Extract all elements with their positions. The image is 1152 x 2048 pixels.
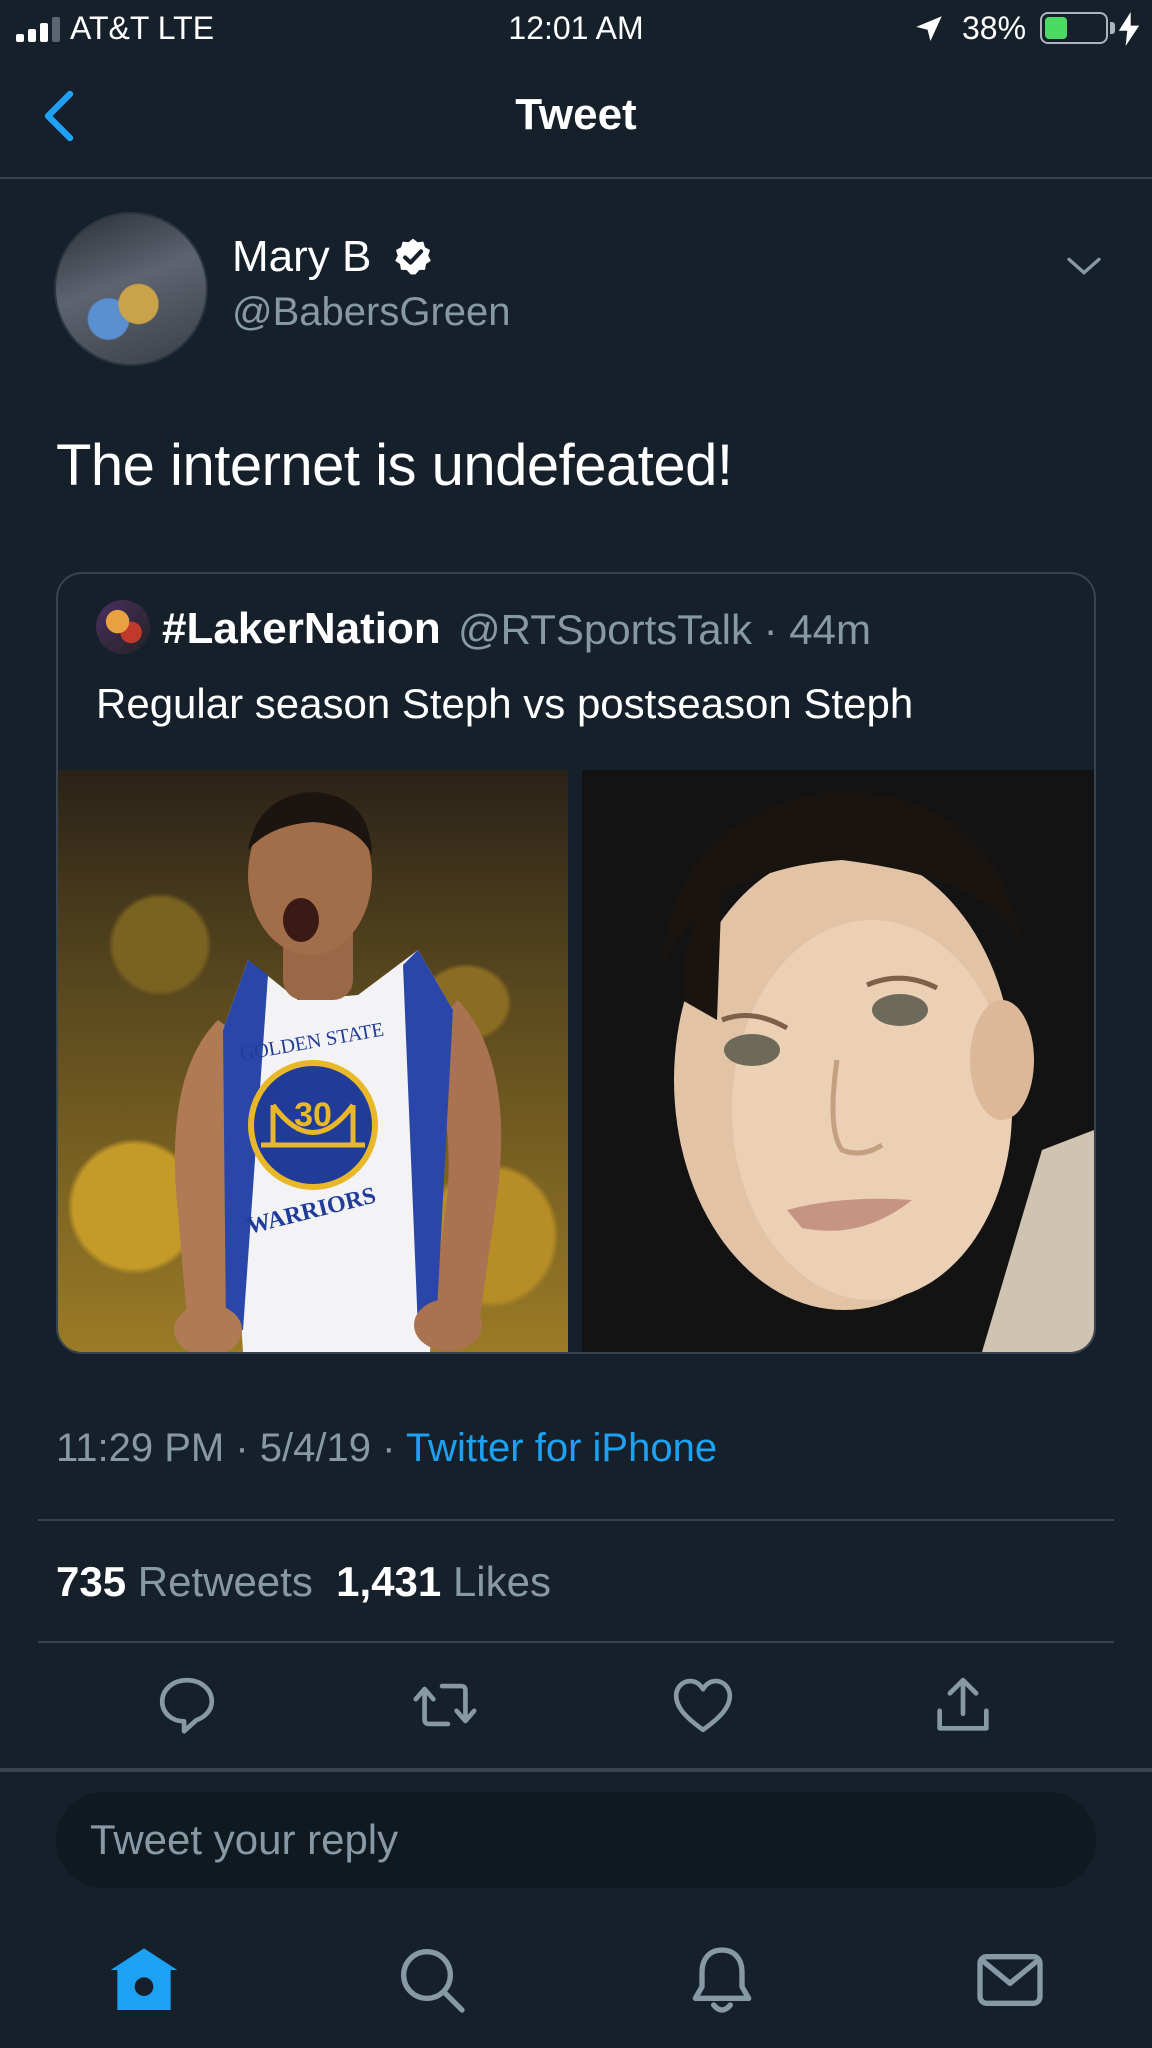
like-count[interactable]: 1,431 (336, 1558, 441, 1605)
tweet-timestamp: 11:29 PM · 5/4/19 · Twitter for iPhone (56, 1426, 717, 1471)
quoted-author-handle: @RTSportsTalk · 44m (458, 606, 871, 653)
tweet-stats: 735 Retweets 1,431 Likes (56, 1558, 551, 1606)
divider (38, 1641, 1114, 1643)
chevron-down-icon[interactable] (1064, 246, 1104, 286)
like-label[interactable]: Likes (453, 1558, 551, 1605)
retweet-label[interactable]: Retweets (138, 1558, 313, 1605)
avatar[interactable] (54, 212, 208, 366)
quoted-avatar (96, 600, 150, 654)
author-handle[interactable]: @BabersGreen (232, 290, 511, 335)
quoted-photo-postseason[interactable] (582, 770, 1094, 1352)
reply-placeholder[interactable]: Tweet your reply (90, 1816, 398, 1864)
verified-icon (395, 238, 431, 275)
quoted-tweet-text: Regular season Steph vs postseason Steph (96, 680, 914, 727)
source-link[interactable]: Twitter for iPhone (406, 1426, 717, 1470)
tab-search[interactable] (392, 1940, 472, 2020)
quoted-photo-steph-curry[interactable]: 30 GOLDEN STATE WARRIORS (58, 770, 568, 1352)
quoted-author-name: #LakerNation (162, 604, 441, 653)
location-arrow-icon (916, 16, 942, 42)
home-icon (110, 1948, 178, 2010)
search-icon (401, 1949, 465, 2013)
reply-icon (159, 1677, 215, 1734)
battery-fill (1045, 17, 1067, 39)
retweet-count[interactable]: 735 (56, 1558, 126, 1605)
tab-notifications[interactable] (682, 1940, 762, 2020)
battery-icon (1040, 12, 1108, 44)
retweet-icon (413, 1683, 477, 1727)
page-title: Tweet (515, 90, 637, 139)
tab-messages[interactable] (970, 1940, 1050, 2020)
share-icon (937, 1677, 989, 1731)
reply-button[interactable] (152, 1670, 222, 1740)
author-name[interactable]: Mary B (232, 232, 371, 282)
timestamp-text: 11:29 PM · 5/4/19 · (56, 1426, 406, 1470)
divider (38, 1519, 1114, 1521)
photo-right-illustration (582, 770, 1094, 1352)
jersey-number: 30 (294, 1096, 332, 1134)
battery-nub (1110, 22, 1115, 34)
section-divider (0, 1768, 1152, 1772)
messages-icon (977, 1954, 1043, 2006)
tweet-text: The internet is undefeated! (56, 433, 733, 498)
nav-divider (0, 177, 1152, 179)
charging-bolt-icon (1118, 12, 1140, 46)
battery-percent: 38% (962, 10, 1027, 46)
notifications-icon (692, 1947, 752, 2013)
like-icon (673, 1678, 733, 1733)
like-button[interactable] (668, 1670, 738, 1740)
photo-left-illustration: 30 GOLDEN STATE WARRIORS (174, 792, 502, 1352)
tab-home[interactable] (104, 1940, 184, 2020)
retweet-button[interactable] (410, 1670, 480, 1740)
photo-divider (568, 770, 582, 1352)
share-button[interactable] (928, 1670, 998, 1740)
